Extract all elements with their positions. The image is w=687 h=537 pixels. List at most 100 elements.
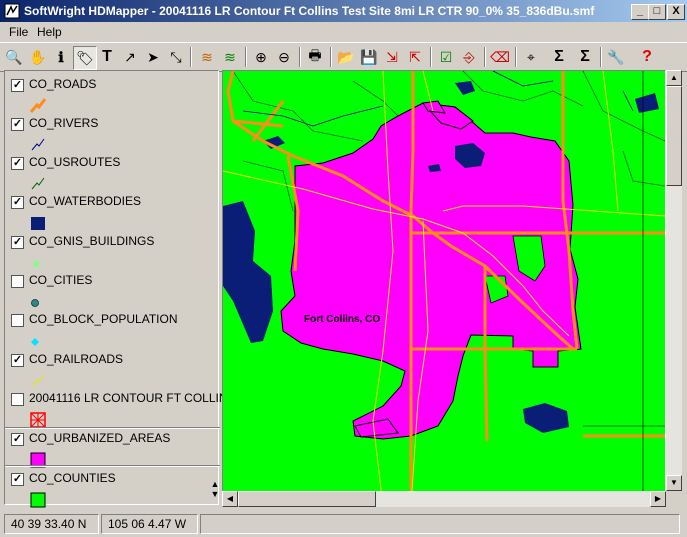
scroll-left-icon[interactable]: ◀ bbox=[222, 491, 238, 507]
layer-co-usroutes[interactable]: ✓ CO_USROUTES bbox=[11, 155, 216, 193]
text-tool-button[interactable]: T bbox=[96, 46, 118, 68]
layer-checkbox[interactable]: ✓ bbox=[11, 118, 24, 131]
open-folder-icon: 📂 bbox=[337, 48, 355, 65]
layer-checkbox[interactable]: ✓ bbox=[11, 196, 24, 209]
toolbar-separator bbox=[484, 47, 486, 67]
layers-add-button[interactable]: ≋ bbox=[219, 46, 241, 68]
vertical-scroll-thumb[interactable] bbox=[666, 86, 682, 186]
label-tool-button[interactable]: 🏷 bbox=[73, 46, 97, 70]
toolbar-separator bbox=[330, 47, 332, 67]
layer-order-arrows[interactable]: ▲ ▼ bbox=[210, 479, 220, 499]
info-icon: ℹ bbox=[58, 48, 64, 65]
move-down-icon[interactable]: ▼ bbox=[210, 489, 220, 499]
layer-name: CO_URBANIZED_AREAS bbox=[29, 431, 171, 445]
cursor-table-button[interactable]: ⌖ bbox=[520, 46, 542, 68]
layer-co-gnis-buildings[interactable]: ✓ CO_GNIS_BUILDINGS bbox=[11, 234, 216, 272]
sigma-edit-button[interactable]: Σ bbox=[574, 46, 596, 68]
help-button[interactable]: ? bbox=[636, 46, 658, 68]
county-fill-icon bbox=[30, 492, 46, 508]
check-button[interactable]: ☑ bbox=[435, 46, 457, 68]
layers-button[interactable]: ≋ bbox=[196, 46, 218, 68]
layer-checkbox[interactable] bbox=[11, 393, 24, 406]
layers-add-icon: ≋ bbox=[224, 48, 236, 65]
zoom-in-icon: ⊕ bbox=[255, 48, 267, 65]
layer-checkbox[interactable]: ✓ bbox=[11, 473, 24, 486]
maximize-button[interactable]: □ bbox=[648, 4, 666, 20]
line-tool-icon: ↗ bbox=[124, 48, 136, 65]
latitude-readout: 40 39 33.40 N bbox=[4, 514, 99, 534]
river-symbol-icon bbox=[31, 138, 45, 151]
zoom-tool-button[interactable]: 🔍 bbox=[3, 46, 25, 68]
wrench-button[interactable]: 🔧 bbox=[605, 46, 627, 68]
layer-co-urbanized-areas[interactable]: ✓ CO_URBANIZED_AREAS bbox=[11, 431, 216, 469]
layer-checkbox[interactable] bbox=[11, 275, 24, 288]
select-tool-button[interactable]: ➤ bbox=[142, 46, 164, 68]
move-up-icon[interactable]: ▲ bbox=[210, 479, 220, 489]
layer-checkbox[interactable]: ✓ bbox=[11, 354, 24, 367]
longitude-readout: 105 06 4.47 W bbox=[101, 514, 198, 534]
pan-hand-icon: ✋ bbox=[29, 48, 47, 65]
vertical-scrollbar[interactable]: ▲ ▼ bbox=[666, 70, 682, 491]
print-button[interactable]: 🖶 bbox=[304, 46, 326, 68]
layer-co-rivers[interactable]: ✓ CO_RIVERS bbox=[11, 116, 216, 154]
layer-co-roads[interactable]: ✓ CO_ROADS bbox=[11, 77, 216, 115]
layer-checkbox[interactable]: ✓ bbox=[11, 79, 24, 92]
check-icon: ☑ bbox=[439, 48, 453, 65]
save-button[interactable]: 💾 bbox=[358, 46, 380, 68]
export-button[interactable]: ⇱ bbox=[404, 46, 426, 68]
node-tool-button[interactable]: ⤡ bbox=[165, 46, 187, 68]
toolbar-separator bbox=[515, 47, 517, 67]
cursor-table-icon: ⌖ bbox=[527, 48, 535, 65]
map-view[interactable]: Fort Collins, CO bbox=[222, 70, 666, 507]
menu-help[interactable]: Help bbox=[37, 25, 62, 39]
layer-checkbox[interactable] bbox=[11, 314, 24, 327]
zoom-in-button[interactable]: ⊕ bbox=[250, 46, 272, 68]
zoom-tool-icon: 🔍 bbox=[5, 48, 23, 65]
menu-bar: File Help bbox=[0, 22, 687, 41]
layer-co-cities[interactable]: CO_CITIES bbox=[11, 273, 216, 311]
text-tool-icon: T bbox=[102, 48, 112, 65]
menu-file[interactable]: File bbox=[9, 25, 28, 39]
info-tool-button[interactable]: ℹ bbox=[50, 46, 72, 68]
horizontal-scroll-thumb[interactable] bbox=[238, 491, 376, 507]
sigma-button[interactable]: Σ bbox=[548, 46, 570, 68]
layer-co-counties[interactable]: ✓ CO_COUNTIES bbox=[11, 471, 216, 509]
layer-name: CO_WATERBODIES bbox=[29, 194, 142, 208]
toolbar-separator bbox=[245, 47, 247, 67]
scroll-down-icon[interactable]: ▼ bbox=[666, 475, 682, 491]
waterbody-fill-icon bbox=[31, 217, 45, 230]
minimize-button[interactable]: _ bbox=[631, 4, 649, 20]
contour-hatch-icon bbox=[30, 412, 46, 428]
eraser-button[interactable]: ⌫ bbox=[489, 46, 511, 68]
scroll-up-icon[interactable]: ▲ bbox=[666, 70, 682, 86]
layer-checkbox[interactable]: ✓ bbox=[11, 236, 24, 249]
import-button[interactable]: ⇲ bbox=[381, 46, 403, 68]
horizontal-scrollbar[interactable]: ◀ ▶ bbox=[222, 491, 666, 507]
exit-icon: ⎆ bbox=[463, 48, 475, 65]
select-arrow-icon: ➤ bbox=[147, 48, 159, 65]
layer-checkbox[interactable]: ✓ bbox=[11, 157, 24, 170]
layer-co-railroads[interactable]: ✓ CO_RAILROADS bbox=[11, 352, 216, 390]
layer-co-waterbodies[interactable]: ✓ CO_WATERBODIES bbox=[11, 194, 216, 232]
sigma-icon: Σ bbox=[554, 48, 564, 65]
layer-name: CO_CITIES bbox=[29, 273, 93, 287]
map-canvas[interactable] bbox=[223, 71, 665, 506]
layer-checkbox[interactable]: ✓ bbox=[11, 433, 24, 446]
zoom-out-button[interactable]: ⊖ bbox=[273, 46, 295, 68]
close-button[interactable]: X bbox=[667, 4, 685, 20]
building-star-icon bbox=[33, 259, 41, 268]
exit-button[interactable]: ⎆ bbox=[458, 46, 480, 68]
layers-icon: ≋ bbox=[201, 48, 213, 65]
scroll-right-icon[interactable]: ▶ bbox=[650, 491, 666, 507]
toolbar-separator bbox=[190, 47, 192, 67]
line-tool-button[interactable]: ↗ bbox=[119, 46, 141, 68]
app-icon bbox=[4, 3, 20, 19]
layer-name: CO_RAILROADS bbox=[29, 352, 124, 366]
population-diamond-icon bbox=[31, 338, 39, 346]
label-tool-icon: 🏷 bbox=[76, 49, 94, 66]
pan-tool-button[interactable]: ✋ bbox=[27, 46, 49, 68]
select-node-icon: ⤡ bbox=[170, 48, 182, 65]
layer-lr-contour[interactable]: 20041116 LR CONTOUR FT COLLINS bbox=[11, 391, 236, 429]
open-button[interactable]: 📂 bbox=[335, 46, 357, 68]
layer-co-block-population[interactable]: CO_BLOCK_POPULATION bbox=[11, 312, 216, 350]
